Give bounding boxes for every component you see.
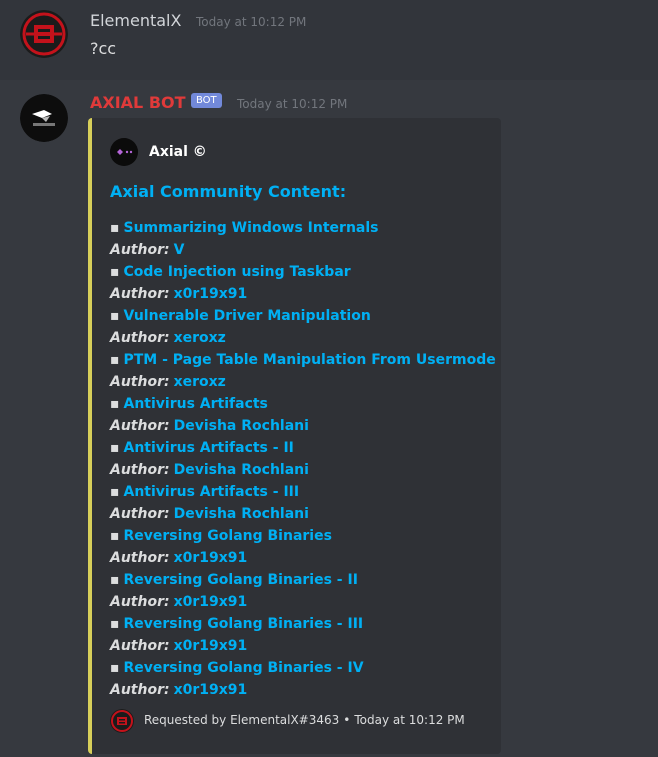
entry-author-line: Author: xeroxz: [110, 327, 500, 349]
author-label: Author:: [110, 550, 170, 566]
entry-author-line: Author: x0r19x91: [110, 591, 500, 613]
author-link[interactable]: x0r19x91: [174, 550, 248, 566]
author-label: Author:: [110, 506, 170, 522]
author-label: Author:: [110, 462, 170, 478]
entry-link[interactable]: Summarizing Windows Internals: [124, 220, 379, 236]
entry-link[interactable]: Antivirus Artifacts - III: [124, 484, 300, 500]
author-label: Author:: [110, 286, 170, 302]
embed-author-icon: [110, 138, 138, 166]
entry-title-line: ▪ Reversing Golang Binaries - IV: [110, 657, 500, 679]
footer-separator: •: [343, 713, 351, 727]
entry-title-line: ▪ Antivirus Artifacts - II: [110, 437, 500, 459]
bullet-icon: ▪: [110, 308, 120, 324]
author-link[interactable]: Devisha Rochlani: [174, 506, 309, 522]
bullet-icon: ▪: [110, 220, 120, 236]
entry-author-line: Author: Devisha Rochlani: [110, 459, 500, 481]
embed-entries: ▪ Summarizing Windows Internals Author: V ▪ C…: [110, 217, 500, 701]
entry-author-line: Author: V: [110, 239, 500, 261]
username[interactable]: ElementalX: [90, 11, 181, 30]
author-link[interactable]: Devisha Rochlani: [174, 418, 309, 434]
entry-title-line: ▪ Code Injection using Taskbar: [110, 261, 500, 283]
footer-icon: [110, 709, 134, 733]
embed: Axial © Axial Community Content: ▪ Summar…: [88, 118, 501, 754]
bullet-icon: ▪: [110, 352, 120, 368]
requester-avatar-icon: [110, 709, 134, 733]
message-elementalx: ElementalX Today at 10:12 PM ?cc: [0, 0, 658, 80]
entry-author-line: Author: x0r19x91: [110, 283, 500, 305]
entry-link[interactable]: Vulnerable Driver Manipulation: [124, 308, 371, 324]
username[interactable]: AXIAL BOT: [90, 93, 186, 112]
entry-title-line: ▪ Reversing Golang Binaries - III: [110, 613, 500, 635]
author-link[interactable]: xeroxz: [174, 374, 226, 390]
entry-author-line: Author: x0r19x91: [110, 635, 500, 657]
axial-bot-avatar-icon: [20, 94, 68, 142]
entry-title-line: ▪ Antivirus Artifacts - III: [110, 481, 500, 503]
entry-title-line: ▪ Vulnerable Driver Manipulation: [110, 305, 500, 327]
entry-title-line: ▪ Reversing Golang Binaries: [110, 525, 500, 547]
author-link[interactable]: Devisha Rochlani: [174, 462, 309, 478]
entry-link[interactable]: Code Injection using Taskbar: [124, 264, 351, 280]
elementalx-avatar-icon: [20, 10, 68, 58]
author-label: Author:: [110, 330, 170, 346]
footer-requested-by: Requested by ElementalX#3463: [144, 713, 340, 727]
entry-author-line: Author: x0r19x91: [110, 679, 500, 701]
entry-link[interactable]: Reversing Golang Binaries - II: [124, 572, 358, 588]
author-link[interactable]: V: [174, 242, 185, 258]
author-link[interactable]: x0r19x91: [174, 594, 248, 610]
author-label: Author:: [110, 682, 170, 698]
author-label: Author:: [110, 594, 170, 610]
message-content: ?cc: [90, 39, 117, 58]
embed-footer: Requested by ElementalX#3463 • Today at 10…: [144, 713, 465, 727]
bullet-icon: ▪: [110, 484, 120, 500]
axial-logo-icon: [110, 138, 138, 166]
bullet-icon: ▪: [110, 396, 120, 412]
author-link[interactable]: x0r19x91: [174, 682, 248, 698]
bullet-icon: ▪: [110, 616, 120, 632]
timestamp: Today at 10:12 PM: [237, 97, 348, 111]
entry-author-line: Author: Devisha Rochlani: [110, 415, 500, 437]
entry-title-line: ▪ PTM - Page Table Manipulation From User…: [110, 349, 500, 371]
entry-link[interactable]: Antivirus Artifacts - II: [124, 440, 294, 456]
bullet-icon: ▪: [110, 528, 120, 544]
entry-link[interactable]: Reversing Golang Binaries - III: [124, 616, 364, 632]
entry-link[interactable]: Reversing Golang Binaries - IV: [124, 660, 364, 676]
avatar[interactable]: [20, 94, 68, 142]
footer-timestamp: Today at 10:12 PM: [354, 713, 465, 727]
author-link[interactable]: x0r19x91: [174, 286, 248, 302]
bullet-icon: ▪: [110, 572, 120, 588]
entry-author-line: Author: Devisha Rochlani: [110, 503, 500, 525]
bullet-icon: ▪: [110, 660, 120, 676]
author-link[interactable]: xeroxz: [174, 330, 226, 346]
entry-author-line: Author: x0r19x91: [110, 547, 500, 569]
embed-title[interactable]: Axial Community Content:: [110, 182, 346, 201]
bot-tag: BOT: [191, 93, 222, 108]
timestamp: Today at 10:12 PM: [196, 15, 307, 29]
bullet-icon: ▪: [110, 440, 120, 456]
author-label: Author:: [110, 638, 170, 654]
embed-author-name[interactable]: Axial ©: [149, 144, 207, 160]
entry-link[interactable]: PTM - Page Table Manipulation From Userm…: [124, 352, 496, 368]
entry-author-line: Author: xeroxz: [110, 371, 500, 393]
author-label: Author:: [110, 374, 170, 390]
avatar[interactable]: [20, 10, 68, 58]
bullet-icon: ▪: [110, 264, 120, 280]
entry-link[interactable]: Antivirus Artifacts: [124, 396, 268, 412]
author-label: Author:: [110, 242, 170, 258]
entry-title-line: ▪ Summarizing Windows Internals: [110, 217, 500, 239]
entry-link[interactable]: Reversing Golang Binaries: [124, 528, 332, 544]
author-label: Author:: [110, 418, 170, 434]
author-link[interactable]: x0r19x91: [174, 638, 248, 654]
entry-title-line: ▪ Antivirus Artifacts: [110, 393, 500, 415]
entry-title-line: ▪ Reversing Golang Binaries - II: [110, 569, 500, 591]
